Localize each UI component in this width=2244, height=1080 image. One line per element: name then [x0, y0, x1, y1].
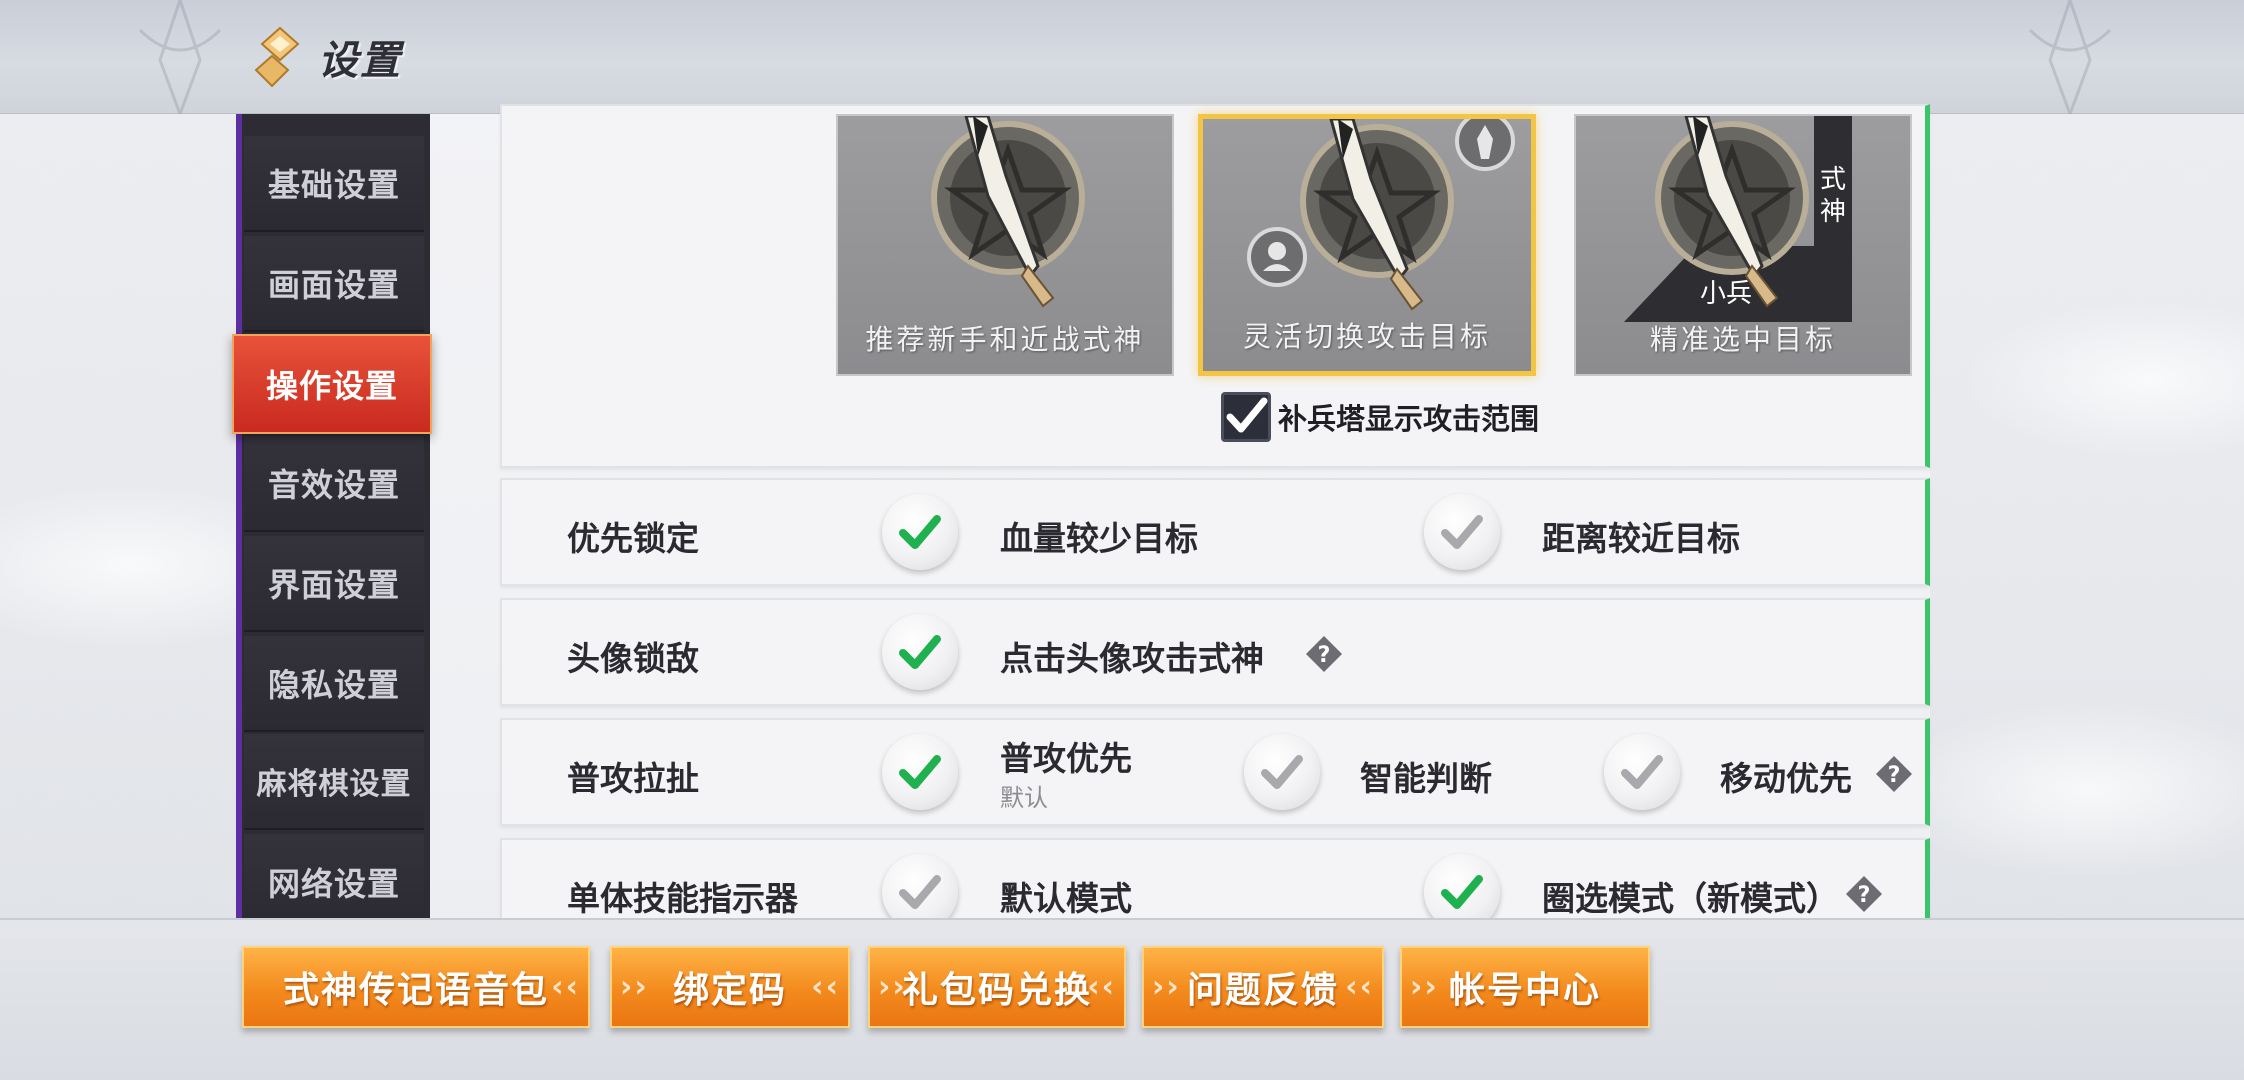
chevron-right-icon: ›› — [620, 969, 649, 1005]
header-ornament-right-icon — [2028, 0, 2112, 114]
attack-pull-option-smart[interactable]: 智能判断 — [1360, 752, 1492, 800]
mode-card-label: 推荐新手和近战式神 — [865, 323, 1145, 356]
priority-lock-option-nearest[interactable]: 距离较近目标 — [1542, 512, 1740, 560]
cloud-decoration — [1880, 700, 2244, 880]
attack-pull-option-attack-first[interactable]: 普攻优先 — [1000, 732, 1132, 780]
svg-text:?: ? — [1858, 883, 1871, 908]
help-icon[interactable]: ? — [1304, 634, 1344, 674]
bind-code-button-label: 绑定码 — [672, 970, 787, 1011]
cloud-decoration — [1960, 300, 2244, 460]
attack-pull-label: 普攻拉扯 — [567, 759, 699, 798]
priority-lock-option-nearest-check[interactable] — [1424, 494, 1500, 570]
card-art-text: 式 — [1820, 165, 1846, 195]
account-center-button-label: 帐号中心 — [1448, 970, 1601, 1011]
bind-code-button[interactable]: ›› 绑定码 ‹‹ — [610, 946, 850, 1028]
voice-pack-button-label: 式神传记语音包 — [282, 970, 549, 1011]
voice-pack-button[interactable]: 式神传记语音包 ‹‹ — [242, 946, 590, 1028]
attack-pull-row — [500, 718, 1930, 826]
chevron-right-icon: ›› — [878, 969, 907, 1005]
help-icon[interactable]: ? — [1844, 874, 1884, 914]
avatar-lock-option-check[interactable] — [882, 614, 958, 690]
sidebar-item-graphics[interactable]: 画面设置 — [244, 236, 424, 332]
svg-text:?: ? — [1318, 643, 1331, 668]
avatar-lock-label: 头像锁敌 — [567, 639, 699, 678]
skill-indicator-option-circle[interactable]: 圈选模式（新模式） — [1542, 872, 1839, 920]
chevron-left-icon: ‹‹ — [1345, 969, 1374, 1005]
check-icon — [1261, 755, 1303, 789]
chevron-left-icon: ‹‹ — [1087, 969, 1116, 1005]
mode-card-precise[interactable]: 式 神 小兵 精准选中目标 — [1574, 114, 1912, 376]
feedback-button[interactable]: ›› 问题反馈 ‹‹ — [1142, 946, 1384, 1028]
sidebar-item-controls[interactable]: 操作设置 — [232, 334, 432, 434]
account-center-button[interactable]: ›› 帐号中心 — [1400, 946, 1650, 1028]
gift-code-button-label: 礼包码兑换 — [901, 970, 1092, 1011]
chevron-left-icon: ‹‹ — [811, 969, 840, 1005]
page-title: 设置 — [318, 38, 402, 84]
priority-lock-label: 优先锁定 — [567, 519, 699, 558]
skill-indicator-option-default[interactable]: 默认模式 — [1000, 872, 1132, 920]
chevron-right-icon: ›› — [1410, 969, 1439, 1005]
help-icon[interactable]: ? — [1874, 754, 1914, 794]
card-art-text: 小兵 — [1700, 279, 1752, 309]
mode-card-label: 精准选中目标 — [1649, 323, 1836, 356]
sidebar-item-mahjong[interactable]: 麻将棋设置 — [244, 734, 424, 830]
sidebar-item-network[interactable]: 网络设置 — [244, 834, 424, 930]
mode-card-recommended[interactable]: 推荐新手和近战式神 — [836, 114, 1174, 376]
priority-lock-option-low-hp-check[interactable] — [882, 494, 958, 570]
priority-lock-option-low-hp[interactable]: 血量较少目标 — [1000, 512, 1198, 560]
check-icon — [899, 755, 941, 789]
sidebar-item-audio[interactable]: 音效设置 — [244, 436, 424, 532]
attack-pull-option-attack-first-check[interactable] — [882, 734, 958, 810]
mode-card-label: 灵活切换攻击目标 — [1242, 320, 1491, 353]
header-ornament-left-icon — [138, 0, 222, 114]
check-icon — [899, 635, 941, 669]
attack-pull-option-move-first[interactable]: 移动优先 — [1720, 752, 1852, 800]
sidebar-item-interface[interactable]: 界面设置 — [244, 536, 424, 632]
mode-card-flexible[interactable]: 灵活切换攻击目标 — [1198, 114, 1536, 376]
tower-range-label: 补兵塔显示攻击范围 — [1278, 402, 1540, 436]
attack-pull-option-default-sub: 默认 — [1000, 784, 1048, 812]
tower-range-checkbox[interactable] — [1221, 392, 1271, 442]
feedback-button-label: 问题反馈 — [1186, 970, 1339, 1011]
attack-pull-option-smart-check[interactable] — [1244, 734, 1320, 810]
check-icon — [899, 515, 941, 549]
check-icon — [1441, 875, 1483, 909]
header-bar: 设置 — [0, 0, 2244, 114]
avatar-lock-option[interactable]: 点击头像攻击式神 — [1000, 632, 1264, 680]
check-icon — [899, 875, 941, 909]
skill-indicator-label: 单体技能指示器 — [567, 879, 798, 918]
check-icon — [1621, 755, 1663, 789]
check-icon — [1226, 397, 1268, 433]
attack-pull-option-move-first-check[interactable] — [1604, 734, 1680, 810]
chevron-right-icon: ›› — [1152, 969, 1181, 1005]
check-icon — [1441, 515, 1483, 549]
gift-code-button[interactable]: ›› 礼包码兑换 ‹‹ — [868, 946, 1126, 1028]
svg-text:?: ? — [1888, 763, 1901, 788]
sidebar-item-basic[interactable]: 基础设置 — [244, 136, 424, 232]
chevron-left-icon: ‹‹ — [551, 969, 580, 1005]
sidebar-item-privacy[interactable]: 隐私设置 — [244, 636, 424, 732]
diamond-logo-icon — [254, 26, 300, 88]
card-art-text: 神 — [1820, 197, 1846, 227]
